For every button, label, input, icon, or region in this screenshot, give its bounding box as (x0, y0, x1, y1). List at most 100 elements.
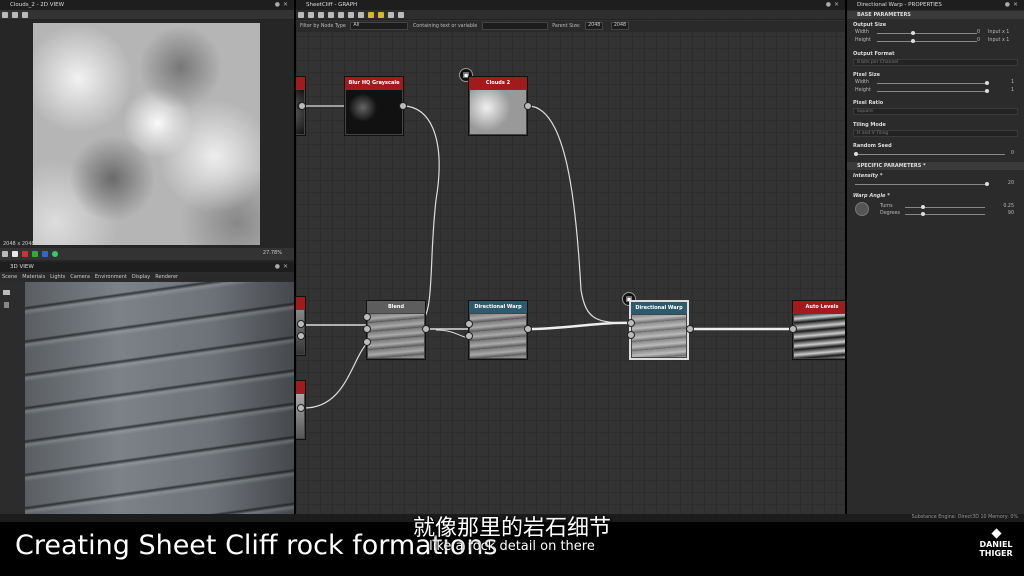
turns-value: 0.25 (1003, 204, 1014, 209)
output-port[interactable] (422, 325, 430, 333)
image-icon[interactable] (2, 12, 8, 18)
pixel-ratio-dropdown[interactable]: Square (853, 108, 1018, 115)
input-port-foreground[interactable] (363, 313, 371, 321)
clouds-texture-preview[interactable] (33, 23, 260, 245)
base-parameters-header[interactable]: BASE PARAMETERS (847, 11, 1024, 19)
blue-channel-icon[interactable] (42, 251, 48, 257)
menu-materials[interactable]: Materials (22, 274, 45, 280)
green-channel-icon[interactable] (32, 251, 38, 257)
angle-dial-icon[interactable] (855, 202, 869, 216)
degrees-slider[interactable] (905, 214, 985, 215)
height-value: 0 (976, 38, 980, 43)
specific-parameters-header[interactable]: SPECIFIC PARAMETERS * (847, 162, 1024, 170)
node-title: Blend (367, 301, 425, 313)
wire-mask-to-blend (303, 341, 369, 409)
alpha-channel-icon[interactable] (52, 251, 58, 257)
output-format-label: Output Format (853, 51, 895, 57)
node-thumbnail (368, 314, 424, 358)
pixel-height-slider[interactable] (877, 91, 987, 92)
menu-lights[interactable]: Lights (50, 274, 65, 280)
view-2d-titlebar: Clouds_2 - 2D VIEW ●✕ (0, 0, 294, 10)
properties-titlebar: Directional Warp - PROPERTIES ●✕ (847, 0, 1024, 10)
node-title: Directional Warp (631, 302, 687, 314)
menu-environment[interactable]: Environment (95, 274, 127, 280)
output-format-dropdown[interactable]: 8 bits per Channel (853, 59, 1018, 66)
random-seed-value: 0 (1010, 151, 1014, 156)
output-port[interactable] (297, 320, 305, 328)
slider-knob[interactable] (854, 152, 858, 156)
light-icon[interactable] (4, 302, 9, 308)
node-title: Clouds 2 (469, 77, 527, 89)
daniel-thiger-logo: DANIEL THIGER (976, 528, 1016, 558)
input-port-intensity[interactable] (627, 331, 635, 339)
input-port-background[interactable] (363, 325, 371, 333)
input-port-intensity[interactable] (465, 332, 473, 340)
node-title: Blur HQ Grayscale (345, 77, 403, 89)
input-port-mask[interactable] (363, 338, 371, 346)
rock-3d-preview[interactable] (25, 282, 294, 514)
node-directional-warp-1[interactable]: Directional Warp (468, 300, 528, 360)
wire-warp1-to-warp2 (527, 321, 632, 331)
output-port[interactable] (297, 332, 305, 340)
menu-display[interactable]: Display (132, 274, 150, 280)
layers-icon[interactable] (2, 251, 8, 257)
pixel-width-label: Width (855, 80, 869, 85)
menu-camera[interactable]: Camera (70, 274, 90, 280)
node-directional-warp-2[interactable]: Directional Warp (629, 300, 689, 360)
node-blend[interactable]: Blend (366, 300, 426, 360)
intensity-label: Intensity * (853, 173, 883, 179)
input-port[interactable] (789, 325, 797, 333)
slider-knob[interactable] (911, 31, 915, 35)
node-clouds-2[interactable]: Clouds 2 (468, 76, 528, 136)
output-port[interactable] (399, 102, 407, 110)
zoom-level[interactable]: 27.78% (263, 250, 282, 256)
pin-icon[interactable]: ●✕ (275, 0, 291, 10)
output-port[interactable] (524, 102, 532, 110)
pixel-width-value: 1 (1010, 80, 1014, 85)
intensity-value: 20 (1007, 181, 1014, 186)
slider-knob[interactable] (985, 89, 989, 93)
logo-mark-icon (990, 528, 1002, 539)
random-seed-slider[interactable] (855, 154, 1005, 155)
red-channel-icon[interactable] (22, 251, 28, 257)
width-slider[interactable] (877, 33, 977, 34)
output-port[interactable] (524, 325, 532, 333)
slider-knob[interactable] (985, 182, 989, 186)
tiling-mode-dropdown[interactable]: H and V Tiling (853, 130, 1018, 137)
slider-knob[interactable] (921, 205, 925, 209)
camera-icon[interactable] (3, 290, 10, 295)
view-2d-panel: Clouds_2 - 2D VIEW ●✕ 2048 x 2048 27.78% (0, 0, 294, 262)
video-caption-bar: Creating Sheet Cliff rock formations 就像那… (0, 516, 1024, 576)
close-icon[interactable]: ●✕ (275, 262, 291, 272)
view-2d-title: Clouds_2 - 2D VIEW (10, 2, 65, 8)
pixel-height-value: 1 (1010, 88, 1014, 93)
menu-renderer[interactable]: Renderer (155, 274, 178, 280)
height-label: Height (855, 38, 871, 43)
node-thumbnail (470, 90, 526, 134)
output-port[interactable] (686, 325, 694, 333)
close-icon[interactable]: ●✕ (1005, 0, 1021, 10)
pixel-width-slider[interactable] (877, 83, 987, 84)
slider-knob[interactable] (985, 81, 989, 85)
menu-scene[interactable]: Scene (2, 274, 17, 280)
height-slider[interactable] (877, 41, 977, 42)
turns-slider[interactable] (905, 207, 985, 208)
save-icon[interactable] (12, 12, 18, 18)
node-auto-levels[interactable]: Auto Levels (792, 300, 845, 360)
white-channel-icon[interactable] (12, 251, 18, 257)
slider-knob[interactable] (911, 39, 915, 43)
graph-panel[interactable]: SheetCliff - GRAPH ●✕ Filter by Node Typ… (296, 0, 845, 514)
height-mode[interactable]: Input x 1 (988, 38, 1009, 43)
input-port[interactable] (627, 319, 635, 327)
subtitle-english: like a rock detail on there (429, 539, 595, 554)
output-port[interactable] (297, 404, 305, 412)
node-thumbnail (794, 314, 845, 358)
node-blur-hq-grayscale[interactable]: Blur HQ Grayscale (344, 76, 404, 136)
width-mode[interactable]: Input x 1 (988, 30, 1009, 35)
wire-blur-to-blend (371, 105, 440, 326)
intensity-slider[interactable] (855, 184, 987, 185)
input-port[interactable] (298, 102, 306, 110)
input-port[interactable] (465, 320, 473, 328)
copy-icon[interactable] (22, 12, 28, 18)
slider-knob[interactable] (921, 212, 925, 216)
